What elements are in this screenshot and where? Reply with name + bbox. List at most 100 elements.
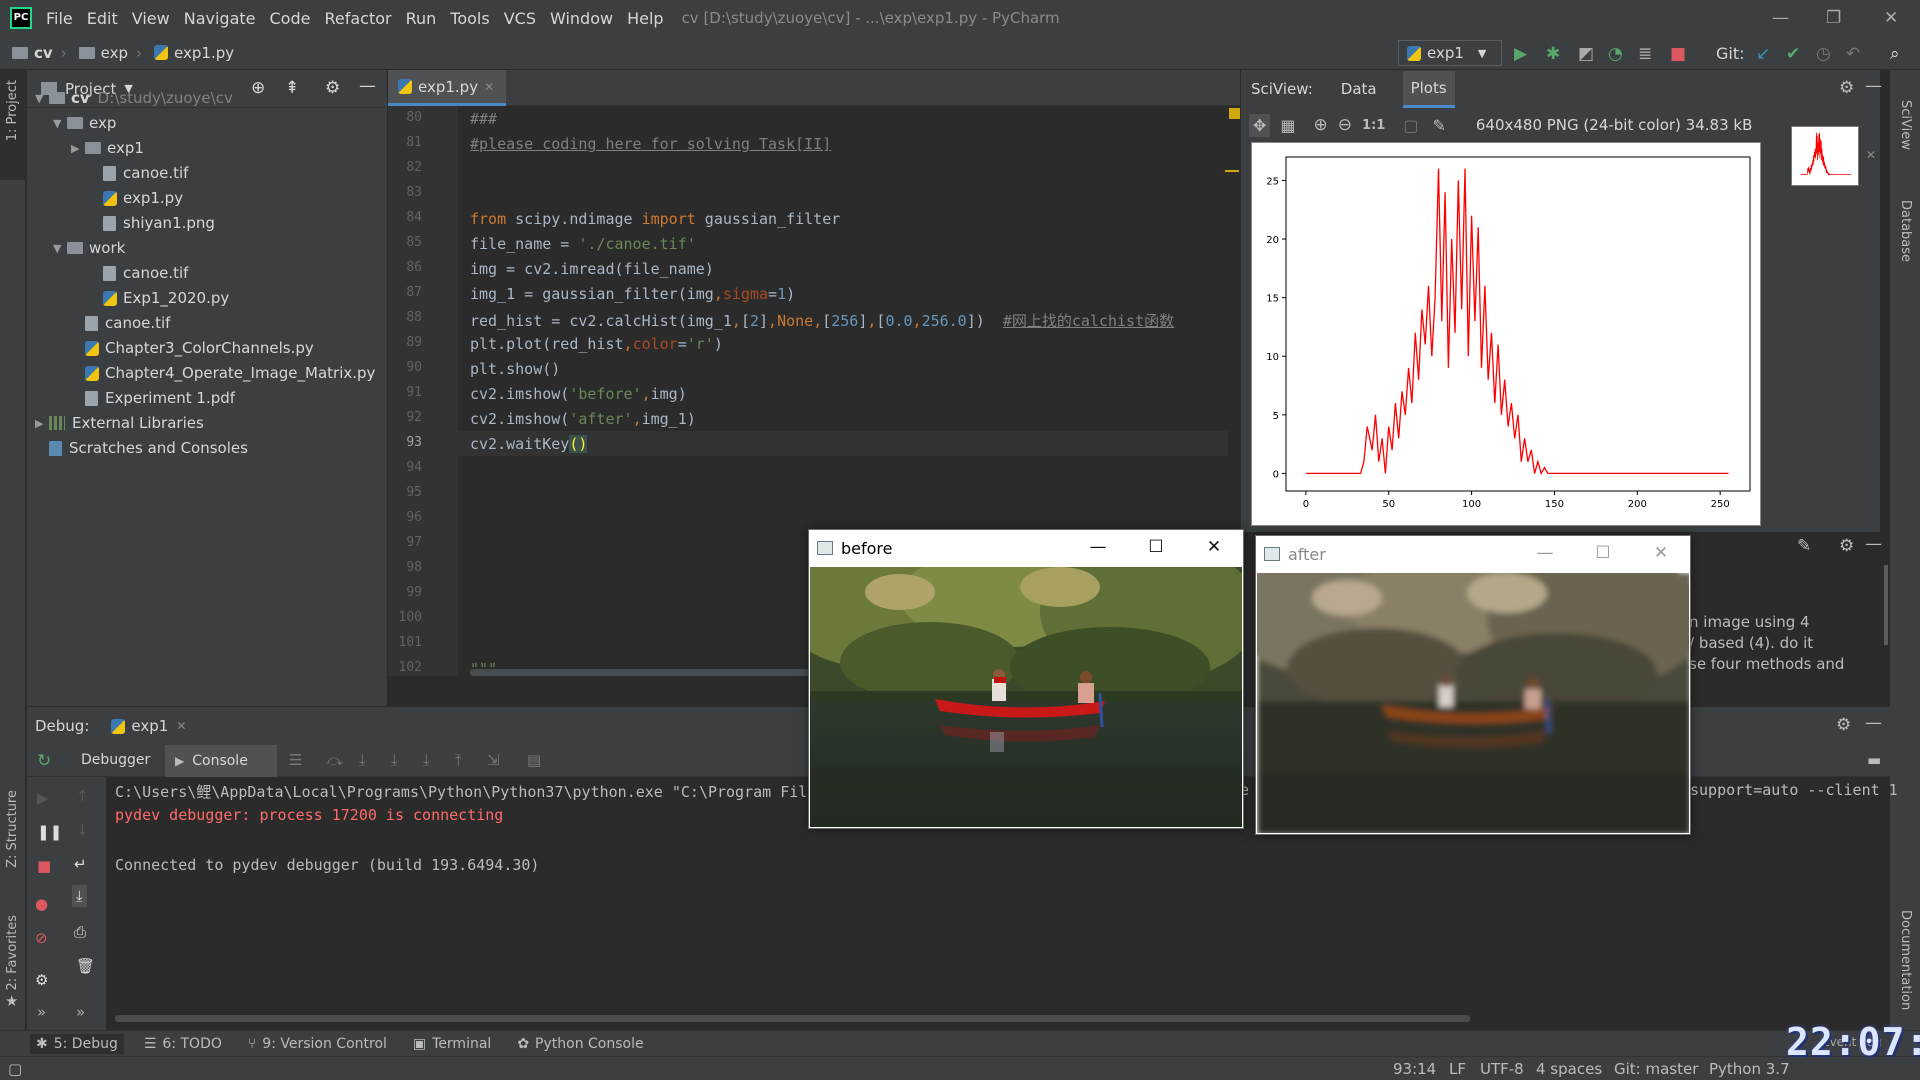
- resume-icon[interactable]: ▶: [37, 789, 49, 807]
- close-button[interactable]: ✕: [1632, 536, 1690, 572]
- layout-toggle-icon[interactable]: ▢: [8, 1060, 22, 1078]
- gear-icon[interactable]: ⚙: [1839, 536, 1854, 556]
- tree-item-exp1-py[interactable]: exp1.py: [89, 186, 183, 210]
- close-button[interactable]: ✕: [1185, 530, 1243, 566]
- list-icon[interactable]: ☰: [289, 751, 302, 769]
- after-window[interactable]: after — ☐ ✕: [1255, 535, 1691, 835]
- step-into-my-code-icon[interactable]: ⤓: [391, 751, 398, 769]
- git-commit-icon[interactable]: ✔: [1786, 44, 1800, 64]
- arrow-up-icon[interactable]: ↑: [76, 787, 89, 805]
- actual-size-button[interactable]: 1:1: [1362, 118, 1385, 133]
- profile-icon[interactable]: ◔: [1608, 44, 1623, 64]
- menu-edit[interactable]: Edit: [87, 9, 118, 28]
- close-window-button[interactable]: ✕: [1884, 8, 1898, 28]
- stop-icon[interactable]: ■: [1670, 44, 1686, 64]
- tab-python-console[interactable]: ✿ Python Console: [511, 1034, 649, 1054]
- tree-item-experiment-1-pdf[interactable]: Experiment 1.pdf: [71, 386, 235, 410]
- run-icon[interactable]: ▶: [1514, 44, 1527, 64]
- tab-exp1-py[interactable]: exp1.py ✕: [388, 70, 506, 106]
- mute-breakpoints-icon[interactable]: ⊘: [35, 929, 48, 947]
- tree-item-external-libraries[interactable]: ▶ External Libraries: [35, 411, 204, 435]
- python-interpreter[interactable]: Python 3.7: [1709, 1060, 1790, 1078]
- maximize-button[interactable]: ☐: [1574, 536, 1632, 572]
- gear-icon[interactable]: ⚙: [1839, 78, 1854, 98]
- close-icon[interactable]: ✕: [1866, 148, 1876, 162]
- tree-item-exp1-2020-py[interactable]: Exp1_2020.py: [89, 286, 229, 310]
- breadcrumb-exp1-py[interactable]: exp1.py: [154, 44, 234, 62]
- expand-icon[interactable]: »: [37, 1003, 46, 1021]
- tab-debug[interactable]: ✱ 5: Debug: [30, 1033, 124, 1054]
- tree-item-chapter3-colorchannels-py[interactable]: Chapter3_ColorChannels.py: [71, 336, 314, 360]
- chevron-right-icon[interactable]: ▶: [71, 142, 85, 155]
- gear-icon[interactable]: ⚙: [35, 971, 48, 989]
- inspection-warning-icon[interactable]: [1229, 108, 1240, 119]
- git-rollback-icon[interactable]: ↶: [1846, 44, 1860, 64]
- menu-window[interactable]: Window: [550, 9, 613, 28]
- menu-code[interactable]: Code: [270, 9, 311, 28]
- maximize-button[interactable]: ☐: [1127, 530, 1185, 566]
- step-out-icon[interactable]: ⤒: [455, 751, 462, 769]
- structure-tool-button[interactable]: Z: Structure: [5, 790, 20, 868]
- file-encoding[interactable]: UTF-8: [1480, 1060, 1524, 1078]
- doc-scrollbar[interactable]: [1884, 565, 1888, 645]
- warning-stripe-marker[interactable]: [1225, 170, 1239, 172]
- print-icon[interactable]: ⎙: [74, 923, 86, 941]
- layout-icon[interactable]: ▬: [1867, 751, 1881, 769]
- line-separator[interactable]: LF: [1449, 1060, 1466, 1078]
- coverage-icon[interactable]: ◩: [1578, 44, 1594, 64]
- hide-icon[interactable]: —: [359, 76, 376, 96]
- arrow-down-icon[interactable]: ↓: [76, 821, 89, 839]
- zoom-in-icon[interactable]: ⊕: [1314, 115, 1328, 135]
- chevron-down-icon[interactable]: ▼: [53, 242, 67, 255]
- gear-icon[interactable]: ⚙: [1836, 715, 1851, 735]
- collapse-all-icon[interactable]: ⇞: [285, 78, 299, 98]
- tree-item-work[interactable]: ▼ work: [53, 236, 125, 260]
- close-icon[interactable]: ✕: [176, 719, 186, 733]
- hide-icon[interactable]: —: [1865, 713, 1882, 733]
- tree-item-shiyan1-png[interactable]: shiyan1.png: [89, 211, 215, 235]
- color-picker-icon[interactable]: ✎: [1432, 116, 1445, 135]
- chevron-down-icon[interactable]: ▼: [35, 92, 49, 105]
- sciview-tool-button[interactable]: SciView: [1898, 100, 1913, 150]
- hide-icon[interactable]: —: [1865, 76, 1882, 96]
- grid-icon[interactable]: ▦: [1280, 116, 1295, 135]
- menu-vcs[interactable]: VCS: [504, 9, 536, 28]
- tree-item-scratches-and-consoles[interactable]: Scratches and Consoles: [35, 436, 248, 460]
- breadcrumb-cv[interactable]: cv: [12, 44, 53, 62]
- expand-icon[interactable]: »: [76, 1003, 85, 1021]
- git-update-icon[interactable]: ↙: [1756, 44, 1770, 64]
- restore-button[interactable]: ❐: [1826, 8, 1841, 28]
- tab-console[interactable]: ▶ Console: [165, 745, 277, 777]
- hide-icon[interactable]: —: [1865, 534, 1882, 554]
- console-horizontal-scrollbar[interactable]: [115, 1015, 1470, 1022]
- view-breakpoints-icon[interactable]: ●: [35, 895, 48, 913]
- tab-todo[interactable]: ☰ 6: TODO: [138, 1034, 228, 1054]
- indent-setting[interactable]: 4 spaces: [1536, 1060, 1602, 1078]
- search-icon[interactable]: ⌕: [1890, 44, 1900, 64]
- database-tool-button[interactable]: Database: [1898, 200, 1913, 262]
- before-window[interactable]: before — ☐ ✕: [808, 529, 1244, 829]
- minimize-button[interactable]: —: [1772, 8, 1789, 28]
- favorites-tool-button[interactable]: 2: Favorites: [5, 915, 20, 991]
- run-to-cursor-icon[interactable]: ⇲: [487, 751, 500, 769]
- debug-config-tab[interactable]: exp1: [131, 717, 168, 735]
- tree-item-chapter4-operate-image-matrix-py[interactable]: Chapter4_Operate_Image_Matrix.py: [71, 361, 375, 385]
- tree-item-canoe-tif[interactable]: canoe.tif: [71, 311, 170, 335]
- minimize-button[interactable]: —: [1516, 536, 1574, 572]
- project-tool-button[interactable]: 1: Project: [0, 70, 26, 180]
- git-branch[interactable]: Git: master: [1614, 1060, 1698, 1078]
- editor-horizontal-scrollbar[interactable]: [470, 669, 810, 676]
- step-into-icon[interactable]: ⤓: [359, 751, 366, 769]
- documentation-tool-button[interactable]: Documentation: [1898, 910, 1913, 1010]
- trash-icon[interactable]: 🗑: [76, 957, 95, 975]
- edit-icon[interactable]: ✎: [1797, 536, 1811, 556]
- tab-data[interactable]: Data: [1341, 80, 1377, 98]
- tree-item-canoe-tif[interactable]: canoe.tif: [89, 261, 188, 285]
- git-history-icon[interactable]: ◷: [1816, 44, 1831, 64]
- menu-view[interactable]: View: [132, 9, 170, 28]
- close-icon[interactable]: ✕: [484, 80, 494, 94]
- fit-zoom-icon[interactable]: ✥: [1249, 113, 1271, 137]
- tab-plots[interactable]: Plots: [1402, 70, 1455, 108]
- tab-debugger[interactable]: Debugger: [81, 752, 150, 768]
- menu-run[interactable]: Run: [406, 9, 437, 28]
